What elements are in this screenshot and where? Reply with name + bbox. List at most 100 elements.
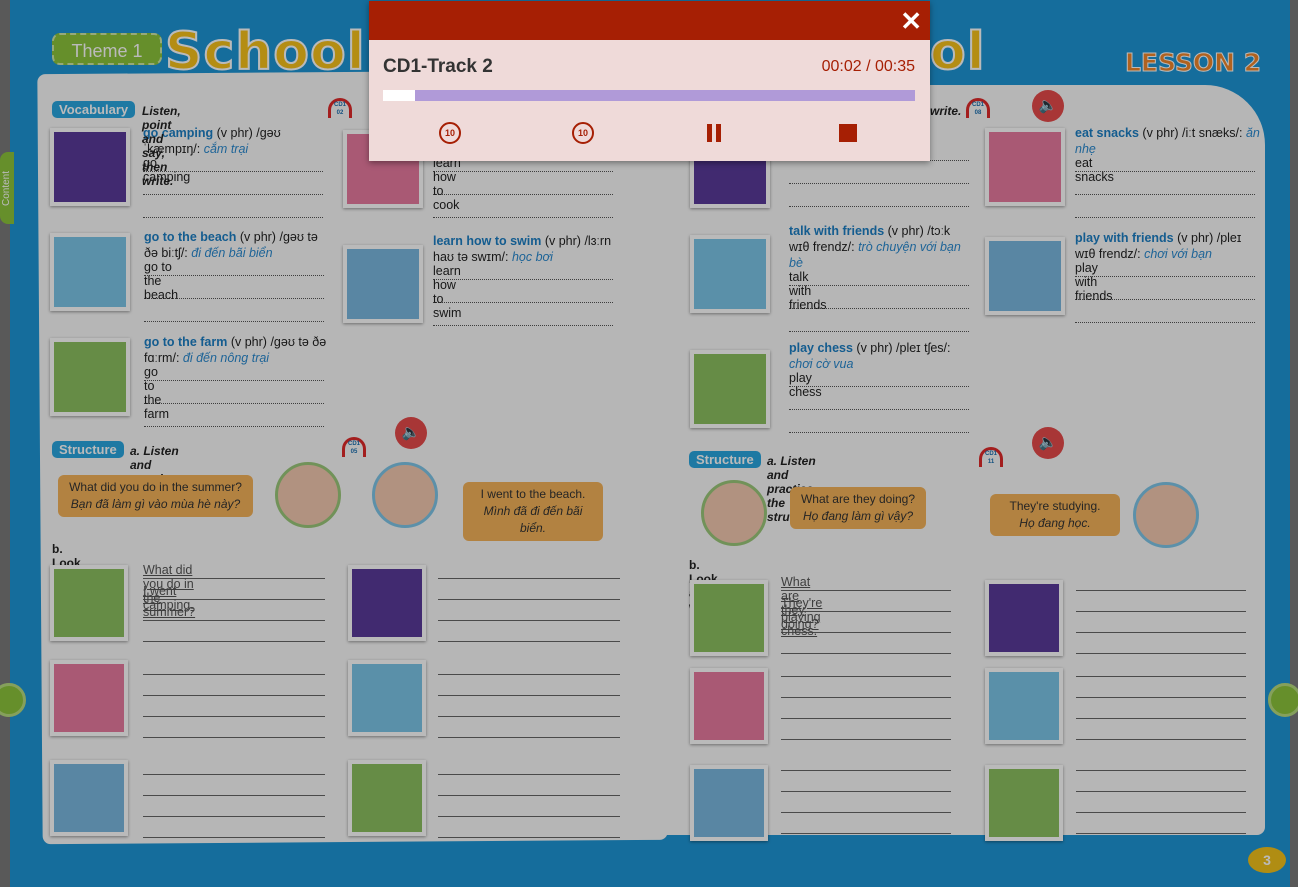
answer-line [1076,812,1246,813]
vocab-image [50,338,130,416]
answer-line [781,653,951,654]
speech-bubble: What did you do in the summer? Bạn đã làm… [58,475,253,517]
player-header: ✕ [369,1,930,40]
answer-line [438,837,620,838]
exercise-image [690,765,768,841]
answer-line [1076,676,1246,677]
character-avatar [372,462,438,528]
cd-headphone-icon[interactable]: CD1 02 [328,98,352,118]
vocab-word: eat snacks [1075,126,1139,140]
answer-line [438,641,620,642]
answer-line [781,739,951,740]
progress-fill [383,90,415,101]
next-page-button[interactable] [1268,683,1298,717]
vocab-answer: go to the farm [144,365,169,421]
write-line [789,331,969,332]
answer-line [438,695,620,696]
vocab-answer: go to the beach [144,260,179,302]
write-line [143,194,323,195]
pause-button[interactable] [702,120,728,146]
vocab-image [50,233,130,311]
bubble-english: They're studying. [1009,499,1101,513]
answer-line [1076,791,1246,792]
answer-line [438,716,620,717]
write-line [144,380,324,381]
cd-headphone-icon[interactable]: CD1 08 [966,98,990,118]
speaker-icon[interactable]: 🔈 [1032,90,1064,122]
example-answer: They're playing chess. [781,596,823,638]
exercise-image [50,660,128,736]
answer-line [1076,590,1246,591]
speech-bubble: I went to the beach. Mình đã đi đến bãi b… [463,482,603,541]
vocab-entry: go to the farm (v phr) /gəʊ tə ðə fɑːrm/… [144,334,329,366]
answer-line [781,833,951,834]
vocab-meaning: chơi với bạn [1144,247,1212,261]
vocab-meaning: học bơi [511,250,553,264]
cd-headphone-icon[interactable]: CD1 11 [979,447,1003,467]
write-line [789,409,969,410]
speech-bubble: What are they doing? Họ đang làm gì vậy? [790,487,926,529]
answer-line [143,795,325,796]
character-avatar [701,480,767,546]
vocab-tag: Vocabulary [52,101,136,118]
vocab-word: play with friends [1075,231,1174,245]
write-line [144,321,324,322]
vocab-word: play chess [789,341,853,355]
write-line [789,183,969,184]
rewind-10-button[interactable]: 10 [437,120,463,146]
answer-line [143,716,325,717]
speech-bubble: They're studying. Họ đang học. [990,494,1120,536]
vocab-pos: (v phr) [1142,126,1179,140]
exercise-image [985,668,1063,744]
answer-line [143,641,325,642]
vocab-pos: (v phr) [1177,231,1214,245]
vocab-entry: eat snacks (v phr) /iːt snæks/: ăn nhẹ [1075,125,1260,157]
cd-headphone-icon[interactable]: CD1 05 [342,437,366,457]
vocab-image [50,128,130,206]
write-line [1075,194,1255,195]
rewind-10-icon: 10 [439,122,461,144]
forward-10-icon: 10 [572,122,594,144]
answer-line [143,620,325,621]
answer-line [143,816,325,817]
answer-line [143,737,325,738]
progress-bar[interactable] [383,90,915,101]
exercise-image [690,668,768,744]
answer-line [143,837,325,838]
character-avatar [275,462,341,528]
exercise-image [348,565,426,641]
vocab-answer: play with friends [1075,261,1113,303]
audio-player-modal: ✕ CD1-Track 2 00:02 / 00:35 10 10 [369,1,930,161]
write-line [143,217,323,218]
vocab-answer: eat snacks [1075,156,1114,184]
answer-line [1076,611,1246,612]
vocab-pos: (v phr) [887,224,924,238]
answer-line [1076,632,1246,633]
vocab-entry: play with friends (v phr) /pleɪ wɪθ fren… [1075,230,1260,262]
structure-tag: Structure [52,441,124,458]
speaker-icon[interactable]: 🔈 [1032,427,1064,459]
vocab-image [985,128,1065,206]
answer-line [438,578,620,579]
answer-line [438,795,620,796]
unit-title: School [164,21,366,83]
content-tab[interactable]: Content [0,152,14,224]
speaker-icon[interactable]: 🔈 [395,417,427,449]
vocab-entry: play chess (v phr) /pleɪ tʃes/: chơi cờ … [789,340,974,372]
stop-button[interactable] [835,120,861,146]
write-line [1075,322,1255,323]
bubble-english: What did you do in the summer? [69,480,242,494]
answer-line [781,697,951,698]
vocab-meaning: đi đến nông trại [182,351,270,365]
answer-line [781,812,951,813]
write-line [433,325,613,326]
answer-line [1076,770,1246,771]
bubble-english: I went to the beach. [480,487,586,501]
vocab-pos: (v phr) [544,234,581,248]
exercise-image [985,580,1063,656]
forward-10-button[interactable]: 10 [570,120,596,146]
close-icon[interactable]: ✕ [900,7,922,35]
vocab-image [985,237,1065,315]
vocab-word: learn how to swim [433,234,542,248]
answer-line [438,674,620,675]
